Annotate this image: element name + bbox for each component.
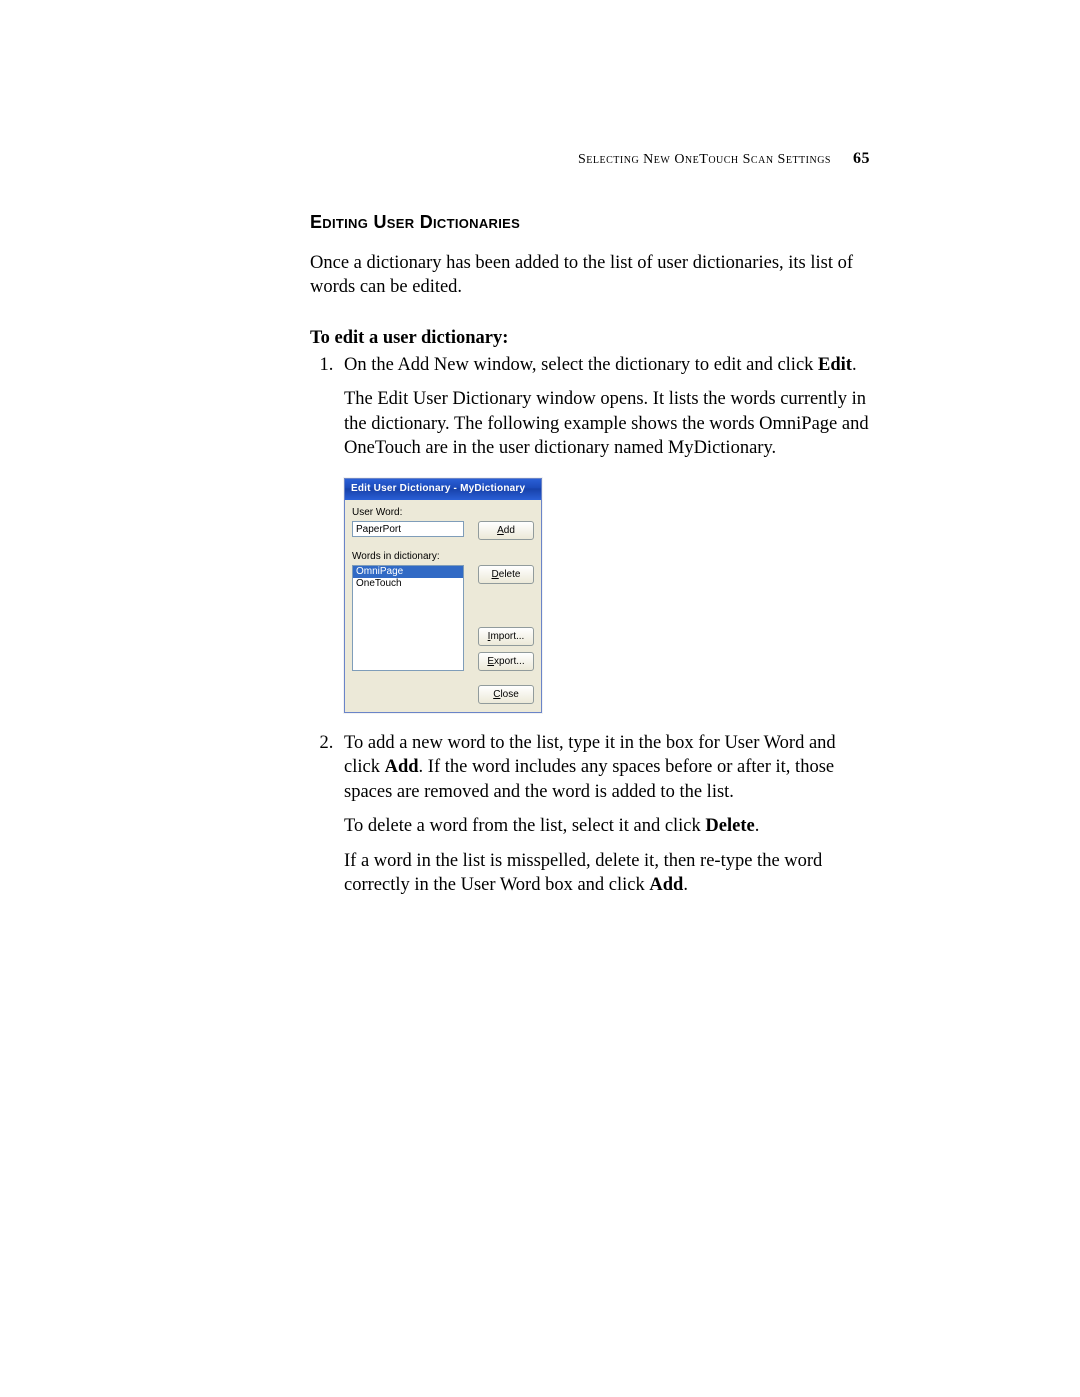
list-item-onetouch[interactable]: OneTouch [353,578,463,590]
step-list: On the Add New window, select the dictio… [310,353,870,898]
words-in-dictionary-label: Words in dictionary: [352,550,534,563]
running-title: Selecting New OneTouch Scan Settings [578,152,831,167]
delete-rest: elete [499,569,521,580]
list-item-omnipage[interactable]: OmniPage [353,566,463,578]
export-button[interactable]: Export... [478,652,534,671]
import-rest: mport... [490,631,524,642]
step-2-p2-bold: Delete [705,816,754,836]
intro-paragraph: Once a dictionary has been added to the … [310,251,870,300]
page: Selecting New OneTouch Scan Settings 65 … [0,0,1080,1397]
step-2: To add a new word to the list, type it i… [338,731,870,897]
step-1-bold-edit: Edit [818,355,852,375]
step-1-text-a: On the Add New window, select the dictio… [344,355,818,375]
step-2-p3-bold: Add [649,875,683,895]
running-header: Selecting New OneTouch Scan Settings 65 [310,150,870,168]
add-underline: A [497,525,504,536]
content-area: Selecting New OneTouch Scan Settings 65 … [310,150,870,911]
export-rest: xport... [494,656,525,667]
close-button[interactable]: Close [478,685,534,704]
procedure-heading: To edit a user dictionary: [310,328,870,349]
edit-user-dictionary-dialog: Edit User Dictionary - MyDictionary User… [344,478,542,713]
step-2-p2: To delete a word from the list, select i… [344,814,870,838]
delete-underline: D [492,569,499,580]
step-2-p1-bold: Add [385,757,419,777]
add-button[interactable]: Add [478,521,534,540]
step-1-para2: The Edit User Dictionary window opens. I… [344,387,870,460]
step-2-p2b: . [755,816,760,836]
step-1: On the Add New window, select the dictio… [338,353,870,713]
words-row: OmniPage OneTouch Delete Import... Expor… [352,565,534,671]
delete-button[interactable]: Delete [478,565,534,584]
step-1-text-b: . [852,355,857,375]
dialog-body: User Word: PaperPort Add Words in dictio… [345,500,541,712]
dialog-screenshot: Edit User Dictionary - MyDictionary User… [344,478,870,713]
step-2-p3: If a word in the list is misspelled, del… [344,849,870,898]
section-title: Editing User Dictionaries [310,212,870,233]
import-button[interactable]: Import... [478,627,534,646]
close-rest: lose [500,689,518,700]
step-2-p2a: To delete a word from the list, select i… [344,816,705,836]
step-2-p3a: If a word in the list is misspelled, del… [344,851,822,895]
user-word-row: PaperPort Add [352,521,534,540]
dialog-titlebar: Edit User Dictionary - MyDictionary [345,479,541,499]
user-word-label: User Word: [352,506,534,519]
import-export-group: Import... Export... [478,627,534,671]
words-listbox[interactable]: OmniPage OneTouch [352,565,464,671]
add-rest: dd [504,525,515,536]
step-2-p3b: . [683,875,688,895]
page-number: 65 [853,150,870,167]
user-word-input[interactable]: PaperPort [352,521,464,537]
